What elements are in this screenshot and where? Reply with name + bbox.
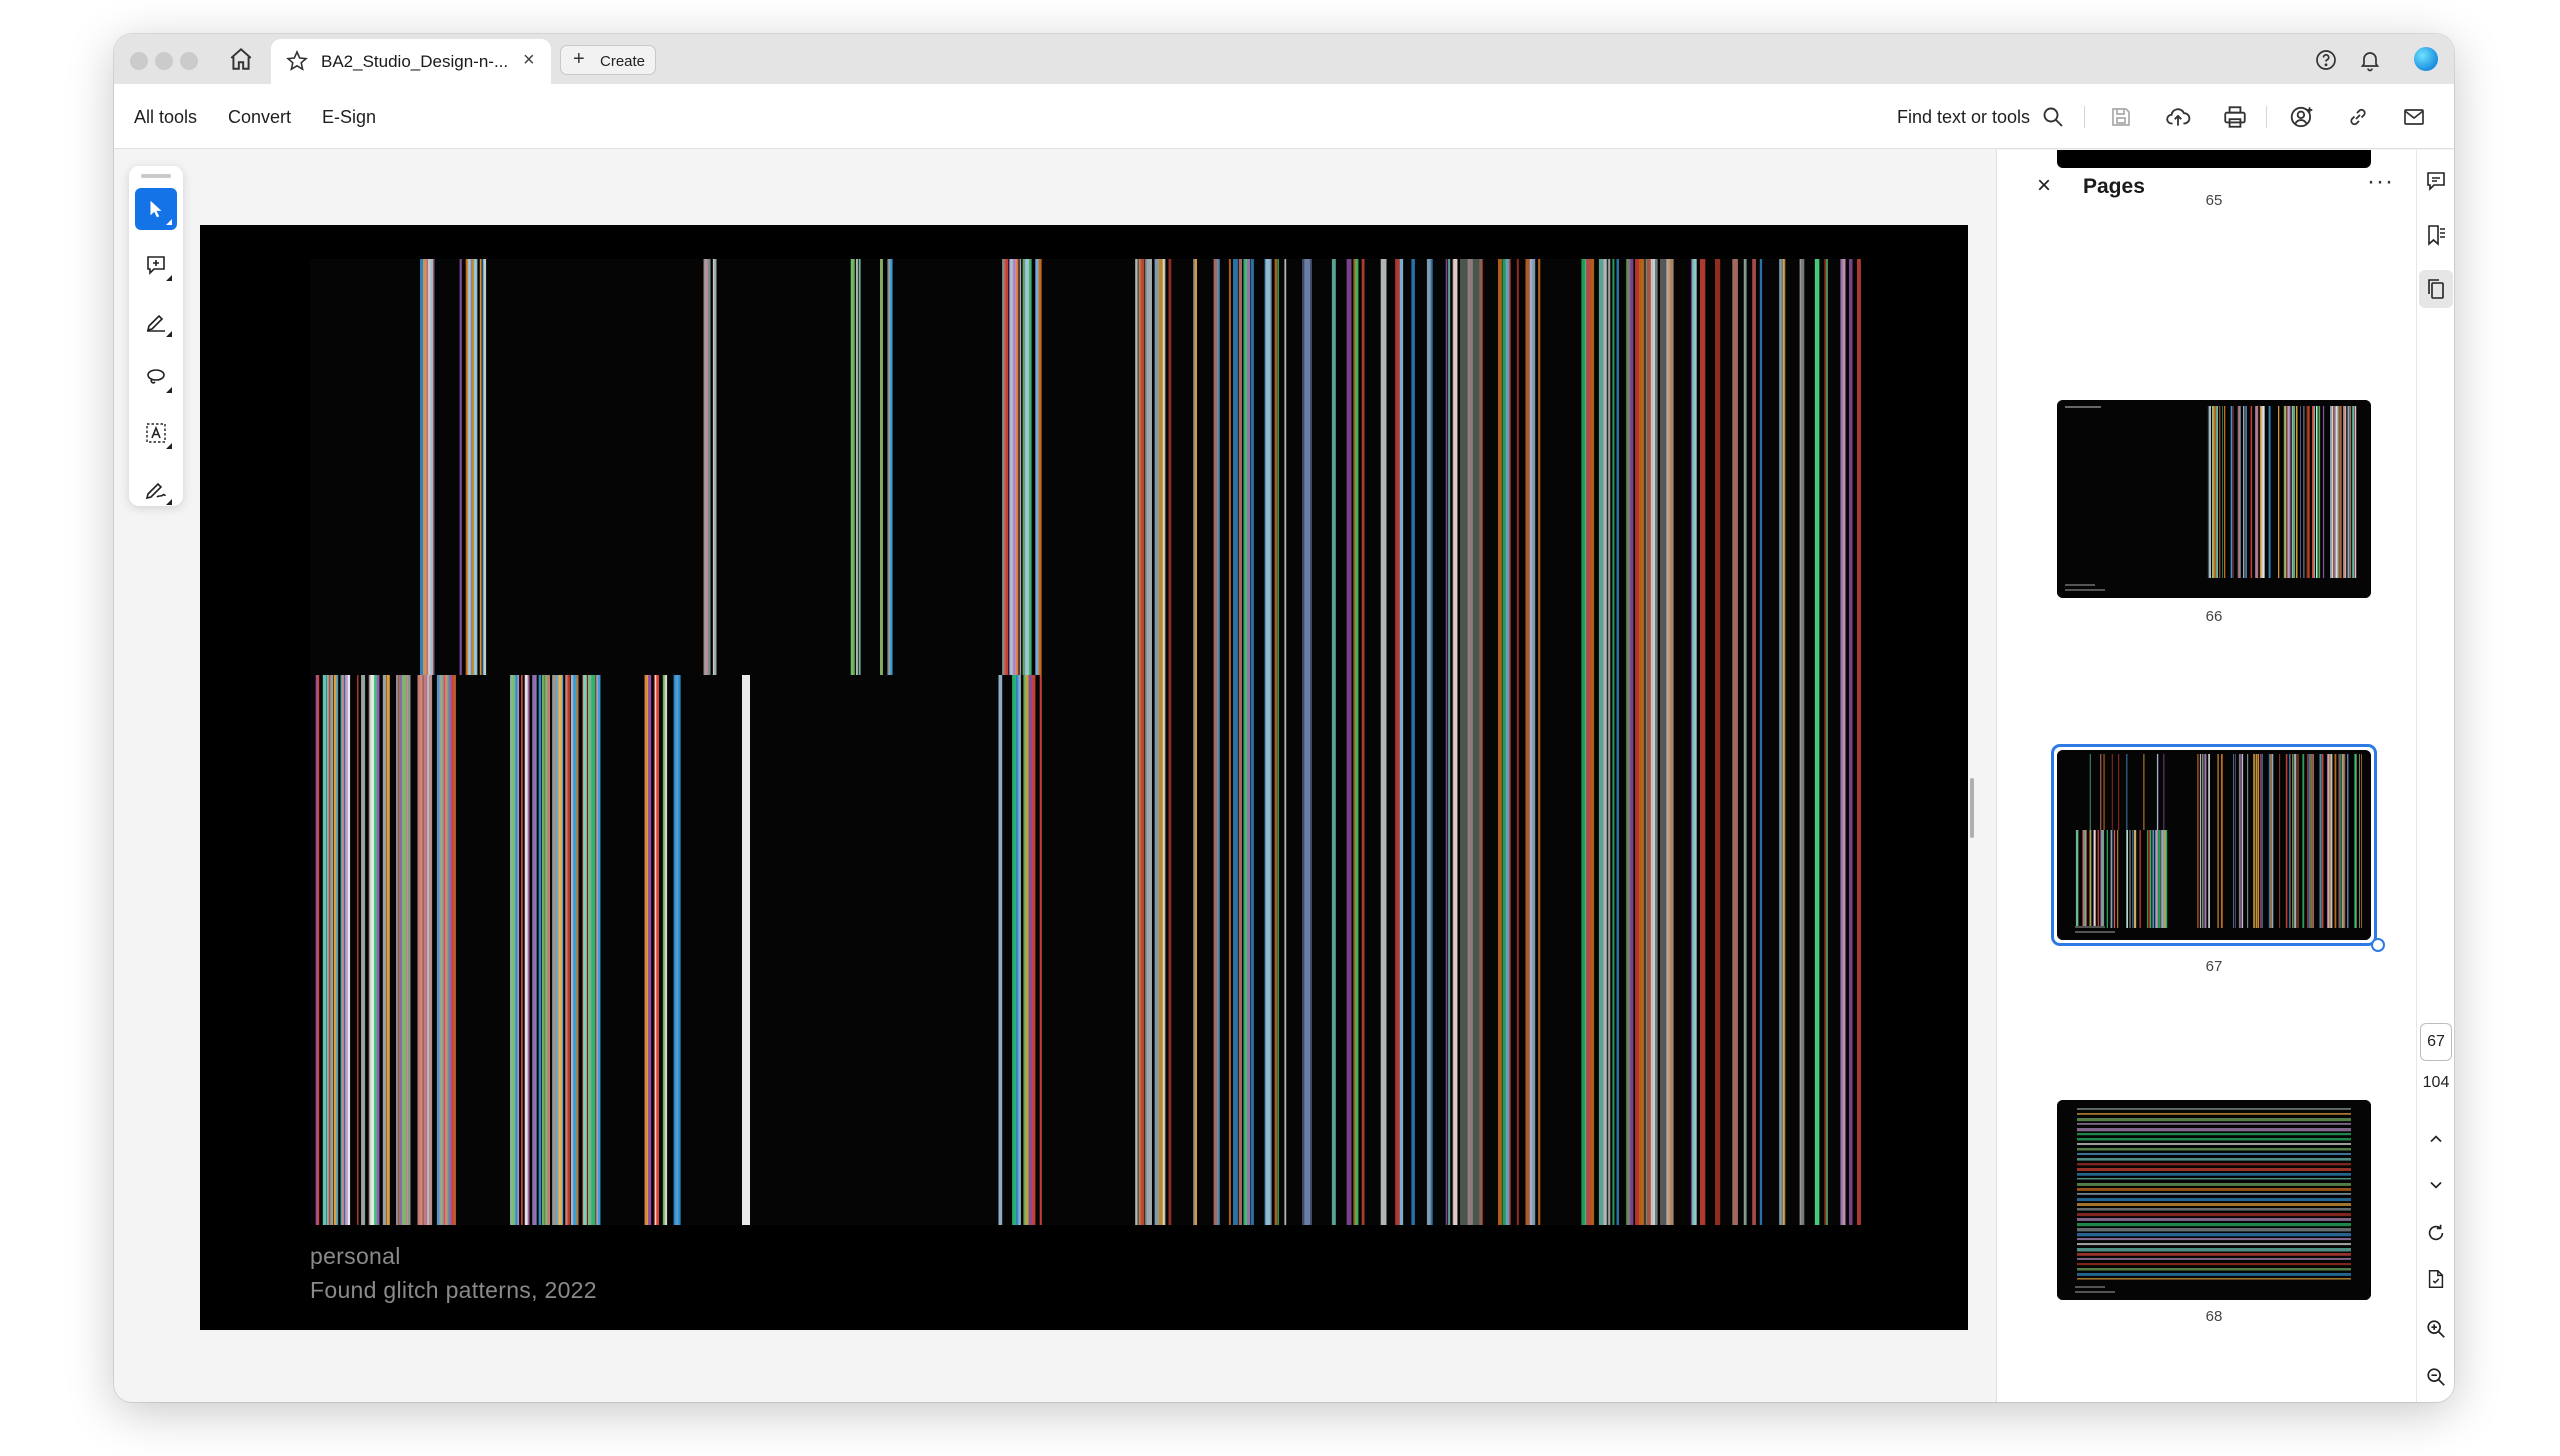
- chevron-down-icon: [2430, 1181, 2442, 1189]
- comment-add-icon: [147, 256, 165, 275]
- search-icon: [2043, 107, 2063, 127]
- tab-close-icon[interactable]: ×: [523, 49, 535, 72]
- share-button[interactable]: [2285, 100, 2319, 134]
- pdf-page-67: personal Found glitch patterns, 2022: [200, 225, 1968, 1330]
- highlight-tool-button[interactable]: [135, 300, 177, 342]
- thumbnail-resize-handle[interactable]: [2371, 938, 2385, 952]
- total-pages: 104: [2422, 1074, 2450, 1091]
- pages-panel-button[interactable]: [2419, 270, 2453, 308]
- page-number-65: 65: [2205, 192, 2223, 209]
- tab-title: BA2_Studio_Design-n-...: [321, 52, 509, 71]
- bookmark-icon: [2428, 225, 2445, 246]
- zoom-out-icon: [2427, 1368, 2445, 1386]
- panel-resize-handle[interactable]: [1970, 778, 1974, 838]
- glitch-pattern-artwork: [310, 259, 1861, 1225]
- page-caption-title: Found glitch patterns, 2022: [310, 1277, 597, 1303]
- zoom-out-button[interactable]: [2417, 1358, 2454, 1396]
- app-window: BA2_Studio_Design-n-... × + Create All t…: [114, 34, 2454, 1402]
- comments-panel-button[interactable]: [2417, 162, 2454, 200]
- next-page-button[interactable]: [2417, 1166, 2454, 1204]
- page-caption-category: personal: [310, 1243, 401, 1269]
- find-text-or-tools[interactable]: Find text or tools: [1897, 107, 2030, 128]
- thumbnail-content: [2057, 400, 2371, 598]
- toolbar-divider: [2266, 106, 2267, 128]
- thumbnail-content: [2057, 1100, 2371, 1300]
- help-button[interactable]: [2312, 46, 2340, 74]
- text-box-icon: [146, 423, 166, 443]
- cursor-icon: [150, 200, 162, 218]
- thumbnail-selection-outline: [2051, 744, 2377, 946]
- page-thumbnail-68[interactable]: [2057, 1100, 2371, 1300]
- notifications-button[interactable]: [2356, 46, 2384, 74]
- upload-button[interactable]: [2161, 100, 2195, 134]
- create-label: Create: [600, 53, 646, 70]
- page-thumbnail-66[interactable]: [2057, 400, 2371, 598]
- avatar[interactable]: [2414, 47, 2438, 71]
- plus-icon: +: [573, 48, 585, 70]
- pages-icon: [2428, 279, 2444, 299]
- sign-tool-button[interactable]: [135, 468, 177, 510]
- bell-icon: [2360, 52, 2380, 72]
- current-page-input[interactable]: 67: [2420, 1023, 2452, 1061]
- right-rail: 67 104: [2416, 150, 2454, 1402]
- cloud-upload-icon: [2166, 108, 2191, 126]
- pages-panel: × Pages ··· 65 66 67 68: [1996, 150, 2416, 1402]
- window-close-button[interactable]: [130, 52, 148, 70]
- draw-tool-button[interactable]: [135, 356, 177, 398]
- bookmarks-panel-button[interactable]: [2417, 216, 2454, 254]
- home-button[interactable]: [224, 42, 258, 76]
- page-tools-button[interactable]: [2417, 1260, 2454, 1298]
- page-number-66: 66: [2205, 608, 2223, 625]
- quick-tools-bar: [129, 166, 183, 506]
- help-icon: [2316, 50, 2336, 70]
- text-select-tool-button[interactable]: [135, 412, 177, 454]
- document-tab[interactable]: BA2_Studio_Design-n-... ×: [271, 39, 551, 84]
- zoom-in-button[interactable]: [2417, 1310, 2454, 1348]
- document-viewer[interactable]: personal Found glitch patterns, 2022: [114, 150, 1996, 1402]
- toolbar-divider: [2084, 106, 2085, 128]
- save-icon: [2112, 108, 2130, 126]
- menu-convert[interactable]: Convert: [228, 107, 291, 128]
- previous-page-button[interactable]: [2417, 1120, 2454, 1158]
- add-comment-tool-button[interactable]: [135, 244, 177, 286]
- print-button[interactable]: [2218, 100, 2252, 134]
- title-bar: BA2_Studio_Design-n-... × + Create: [114, 34, 2454, 84]
- link-button[interactable]: [2341, 100, 2375, 134]
- rotate-button[interactable]: [2417, 1214, 2454, 1252]
- email-button[interactable]: [2397, 100, 2431, 134]
- rotate-icon: [2428, 1224, 2444, 1241]
- select-tool-button[interactable]: [135, 188, 177, 230]
- page-number-67: 67: [2205, 958, 2223, 975]
- menu-all-tools[interactable]: All tools: [134, 107, 197, 128]
- share-user-icon: [2290, 106, 2313, 128]
- chevron-up-icon: [2430, 1135, 2442, 1143]
- window-minimize-button[interactable]: [155, 52, 173, 70]
- more-options-icon[interactable]: ···: [2367, 168, 2394, 196]
- search-button[interactable]: [2036, 100, 2070, 134]
- main-toolbar: All tools Convert E-Sign Find text or to…: [114, 84, 2454, 149]
- mail-icon: [2404, 109, 2424, 125]
- comment-icon: [2427, 172, 2445, 191]
- print-icon: [2224, 106, 2246, 128]
- home-icon: [230, 47, 252, 70]
- window-zoom-button[interactable]: [180, 52, 198, 70]
- create-button[interactable]: + Create: [560, 45, 656, 75]
- page-number-68: 68: [2205, 1308, 2223, 1325]
- pen-icon: [146, 314, 165, 332]
- page-thumbnail-65[interactable]: [2057, 150, 2371, 168]
- lasso-icon: [147, 369, 165, 384]
- save-button[interactable]: [2104, 100, 2138, 134]
- star-icon[interactable]: [285, 49, 309, 78]
- zoom-in-icon: [2427, 1320, 2445, 1338]
- menu-e-sign[interactable]: E-Sign: [322, 107, 376, 128]
- drag-handle[interactable]: [141, 174, 171, 178]
- document-icon: [2428, 1270, 2444, 1288]
- panel-close-icon[interactable]: ×: [2037, 172, 2051, 200]
- signature-icon: [145, 482, 166, 500]
- link-icon: [2350, 108, 2366, 126]
